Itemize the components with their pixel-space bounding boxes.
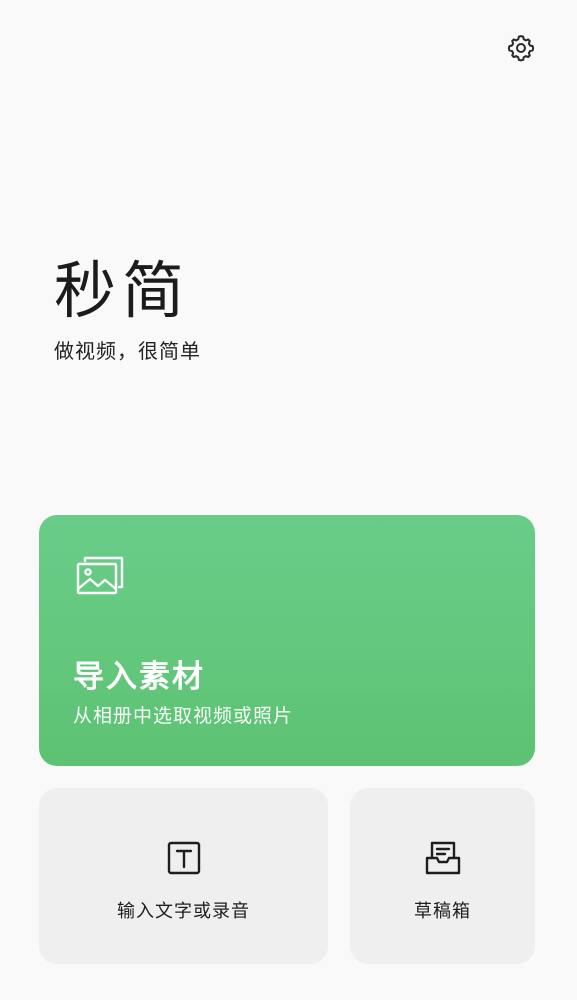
text-or-record-label: 输入文字或录音 [117,901,250,922]
drafts-label: 草稿箱 [414,901,471,922]
app-tagline: 做视频，很简单 [54,339,201,363]
import-subtitle: 从相册中选取视频或照片 [73,705,294,727]
import-title: 导入素材 [73,659,205,695]
text-or-record-button[interactable]: 输入文字或录音 [39,788,328,964]
app-logo: 秒简 [54,254,191,327]
settings-button[interactable] [504,31,538,65]
drafts-box-icon [425,840,461,876]
home-screen: 秒简 做视频，很简单 导入素材 从相册中选取视频或照片 输入文字或录音 草稿箱 [0,0,577,1000]
brand-block: 秒简 做视频，很简单 [54,255,201,365]
images-icon [75,555,125,601]
import-media-card[interactable]: 导入素材 从相册中选取视频或照片 [39,515,535,766]
drafts-button[interactable]: 草稿箱 [350,788,535,964]
gear-icon [507,35,535,62]
text-box-icon [166,840,202,876]
